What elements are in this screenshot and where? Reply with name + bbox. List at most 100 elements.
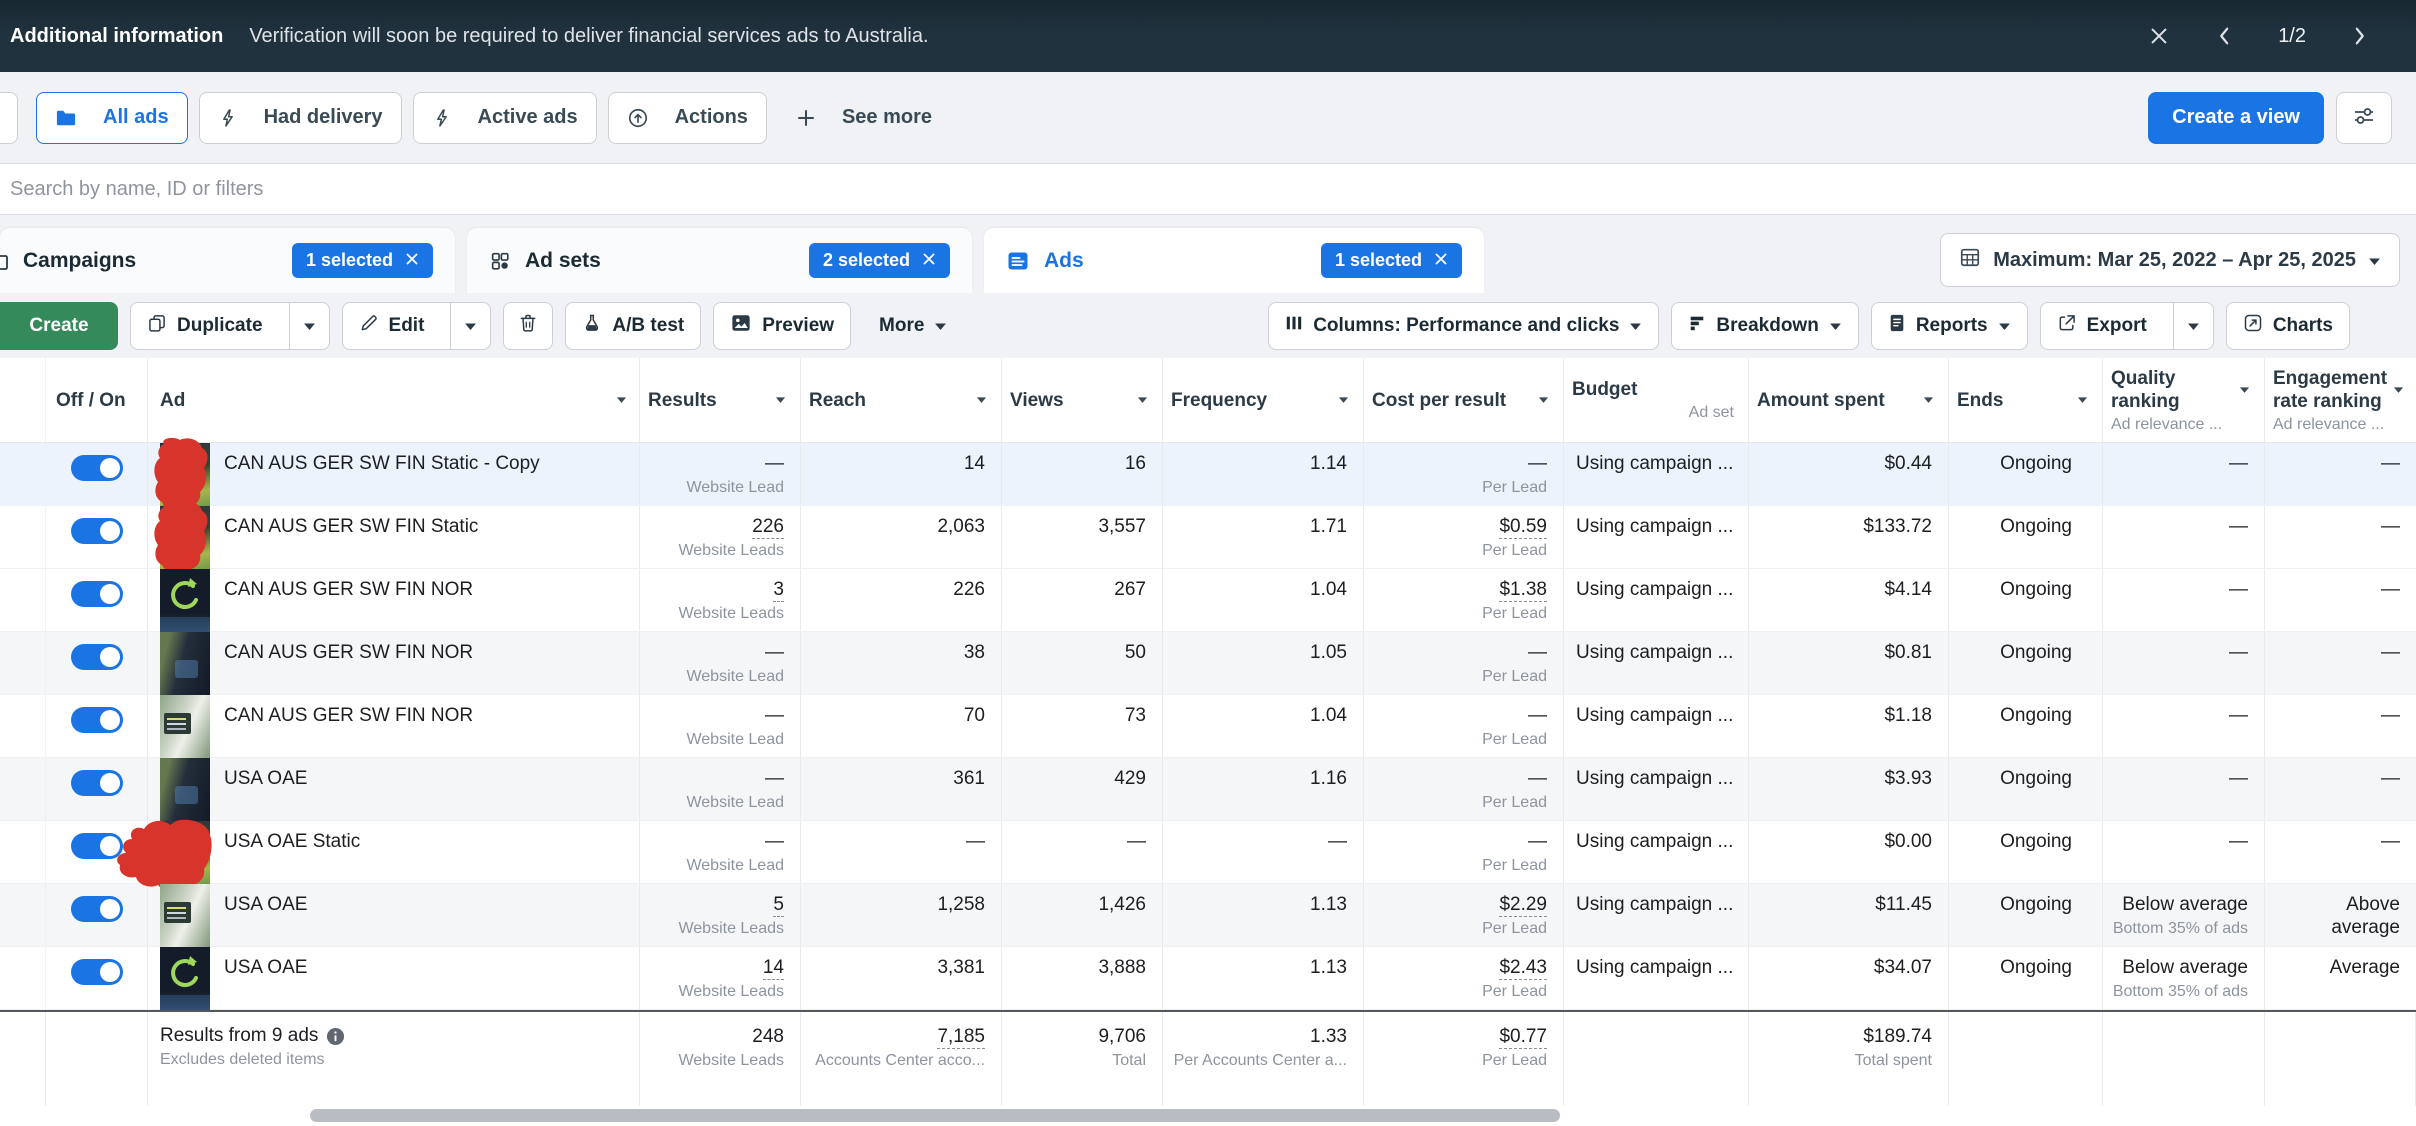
ad-name[interactable]: CAN AUS GER SW FIN NOR — [224, 579, 473, 601]
engagement-value: — — [2381, 705, 2400, 726]
ads-icon — [1006, 249, 1030, 273]
export-main[interactable]: Export — [2041, 303, 2163, 349]
ad-name[interactable]: USA OAE — [224, 768, 307, 790]
view-settings-button[interactable] — [2336, 92, 2392, 144]
column-header-cost[interactable]: Cost per result — [1364, 358, 1564, 442]
ad-name[interactable]: CAN AUS GER SW FIN Static - Copy — [224, 453, 540, 475]
horizontal-scrollbar — [0, 1106, 2416, 1126]
frequency-value: — — [1328, 831, 1347, 852]
ad-toggle[interactable] — [71, 644, 123, 670]
ad-toggle[interactable] — [71, 833, 123, 859]
more-button[interactable]: More — [863, 302, 963, 350]
filter-tab-had-delivery[interactable]: Had delivery — [199, 92, 402, 144]
column-header-results[interactable]: Results — [640, 358, 801, 442]
tab-ad-sets[interactable]: Ad sets 2 selected — [467, 228, 972, 293]
ad-toggle[interactable] — [71, 896, 123, 922]
cost-value[interactable]: $2.43 — [1499, 957, 1547, 980]
tab-campaigns[interactable]: Campaigns 1 selected — [0, 228, 455, 293]
column-header-spent[interactable]: Amount spent — [1749, 358, 1949, 442]
offon-cell — [46, 821, 148, 883]
charts-button[interactable]: Charts — [2226, 302, 2350, 350]
results-value[interactable]: 14 — [763, 957, 784, 980]
frequency-total-subtitle: Per Accounts Center a... — [1163, 1051, 1347, 1071]
ad-sets-selected-badge[interactable]: 2 selected — [809, 243, 950, 278]
preview-button[interactable]: Preview — [713, 302, 851, 350]
cost-value[interactable]: $0.59 — [1499, 516, 1547, 539]
budget-value: Using campaign ... — [1576, 957, 1733, 978]
close-icon[interactable] — [405, 250, 419, 271]
tab-ads[interactable]: Ads 1 selected — [984, 228, 1484, 293]
chevron-right-icon[interactable] — [2352, 25, 2368, 47]
badge-label: 1 selected — [306, 250, 393, 271]
filter-tab-actions[interactable]: Actions — [608, 92, 767, 144]
views-value: — — [1127, 831, 1146, 852]
breakdown-button[interactable]: Breakdown — [1671, 302, 1858, 350]
ad-toggle[interactable] — [71, 518, 123, 544]
ad-cell: USA OAE — [148, 758, 640, 820]
reach-total[interactable]: 7,185 — [937, 1026, 985, 1049]
campaigns-selected-badge[interactable]: 1 selected — [292, 243, 433, 278]
budget-cell: Using campaign ... — [1564, 695, 1749, 757]
info-icon[interactable] — [326, 1027, 345, 1046]
ad-name[interactable]: USA OAE — [224, 894, 307, 916]
results-value[interactable]: 3 — [773, 579, 784, 602]
search-input[interactable] — [0, 164, 2416, 214]
thumbnail-label-lines — [167, 718, 186, 720]
column-header-gutter — [0, 358, 46, 442]
edit-main[interactable]: Edit — [343, 303, 441, 349]
cost-total[interactable]: $0.77 — [1499, 1026, 1547, 1049]
cutoff-filter-button[interactable] — [0, 92, 18, 144]
create-a-view-button[interactable]: Create a view — [2148, 92, 2324, 144]
column-header-offon[interactable]: Off / On — [46, 358, 148, 442]
ads-selected-badge[interactable]: 1 selected — [1321, 243, 1462, 278]
cost-value[interactable]: $2.29 — [1499, 894, 1547, 917]
column-header-budget[interactable]: BudgetAd set — [1564, 358, 1749, 442]
ad-toggle[interactable] — [71, 959, 123, 985]
ad-name[interactable]: USA OAE — [224, 957, 307, 979]
filter-tab-active-ads[interactable]: Active ads — [413, 92, 597, 144]
results-value[interactable]: 5 — [773, 894, 784, 917]
filter-tab-all-ads[interactable]: All ads — [36, 92, 188, 144]
column-header-frequency[interactable]: Frequency — [1163, 358, 1364, 442]
frequency-cell: 1.71 — [1163, 506, 1364, 568]
columns-button[interactable]: Columns: Performance and clicks — [1268, 302, 1659, 350]
ad-name[interactable]: CAN AUS GER SW FIN Static — [224, 516, 478, 538]
ad-name[interactable]: USA OAE Static — [224, 831, 360, 853]
export-dropdown[interactable] — [2173, 303, 2213, 349]
column-header-engagement[interactable]: Engagement rate rankingAd relevance ... — [2265, 358, 2416, 442]
column-header-reach[interactable]: Reach — [801, 358, 1002, 442]
create-button[interactable]: Create — [0, 302, 118, 350]
filter-tabs-row: All ads Had delivery Active ads Actions … — [0, 72, 2416, 163]
close-icon[interactable] — [922, 250, 936, 271]
ad-toggle[interactable] — [71, 581, 123, 607]
ad-name[interactable]: CAN AUS GER SW FIN NOR — [224, 705, 473, 727]
ad-toggle[interactable] — [71, 707, 123, 733]
column-header-ad[interactable]: Ad — [148, 358, 640, 442]
footer-results-count: Results from 9 ads — [160, 1025, 318, 1047]
column-header-ends[interactable]: Ends — [1949, 358, 2103, 442]
close-icon[interactable] — [1434, 250, 1448, 271]
chevron-left-icon[interactable] — [2216, 25, 2232, 47]
views-value: 3,888 — [1098, 957, 1146, 978]
column-header-views[interactable]: Views — [1002, 358, 1163, 442]
duplicate-main[interactable]: Duplicate — [131, 303, 279, 349]
results-value[interactable]: 226 — [752, 516, 784, 539]
edit-dropdown[interactable] — [450, 303, 490, 349]
reports-button[interactable]: Reports — [1871, 302, 2028, 350]
ad-toggle[interactable] — [71, 770, 123, 796]
scrollbar-thumb[interactable] — [310, 1109, 1560, 1122]
footer-engagement-cell — [2265, 1012, 2416, 1106]
cost-value[interactable]: $1.38 — [1499, 579, 1547, 602]
ab-test-button[interactable]: A/B test — [565, 302, 701, 350]
ad-toggle[interactable] — [71, 455, 123, 481]
column-header-label: Frequency — [1171, 389, 1267, 412]
engagement-ranking-cell: Average — [2265, 947, 2416, 1009]
date-range-picker[interactable]: Maximum: Mar 25, 2022 – Apr 25, 2025 — [1940, 233, 2400, 287]
breakdown-label: Breakdown — [1716, 315, 1818, 337]
duplicate-dropdown[interactable] — [289, 303, 329, 349]
column-header-quality[interactable]: Quality rankingAd relevance ... — [2103, 358, 2265, 442]
see-more-button[interactable]: See more — [778, 92, 950, 144]
close-icon[interactable] — [2148, 25, 2170, 47]
ad-name[interactable]: CAN AUS GER SW FIN NOR — [224, 642, 473, 664]
delete-button[interactable] — [503, 302, 553, 350]
